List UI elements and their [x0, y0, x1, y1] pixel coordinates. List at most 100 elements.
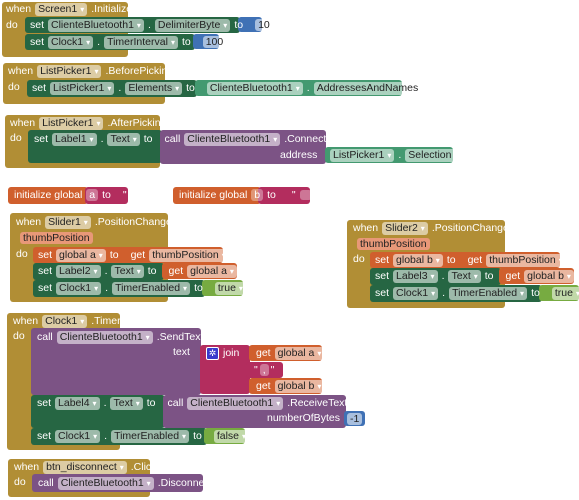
- component-dropdown[interactable]: Clock1 ▾: [55, 429, 101, 443]
- property-dropdown[interactable]: TimerEnabled ▾: [112, 281, 191, 295]
- property-dropdown[interactable]: Text ▾: [110, 396, 143, 410]
- dot: .: [398, 149, 402, 161]
- number-value[interactable]: 10: [255, 19, 273, 31]
- initialize-global-label: initialize global: [14, 189, 83, 201]
- get-label: get: [256, 347, 271, 359]
- component-dropdown[interactable]: ListPicker1 ▾: [37, 64, 102, 78]
- variable-name-field[interactable]: b: [251, 189, 264, 201]
- property-dropdown[interactable]: Elements ▾: [125, 81, 183, 95]
- address-arg-label: address: [280, 149, 318, 161]
- quote: ": [122, 189, 127, 201]
- property-dropdown[interactable]: DelimiterByte ▾: [154, 18, 231, 32]
- component-dropdown[interactable]: Clock1 ▾: [393, 286, 439, 300]
- variable-dropdown[interactable]: global b ▾: [274, 379, 325, 393]
- component-dropdown[interactable]: ClienteBluetooth1 ▾: [184, 132, 281, 146]
- quote: ": [146, 189, 151, 201]
- get-label: get: [467, 254, 483, 266]
- gear-icon[interactable]: ✲: [206, 346, 219, 360]
- component-dropdown[interactable]: Label1 ▾: [52, 132, 97, 146]
- component-dropdown[interactable]: Clock1 ▾: [42, 314, 88, 328]
- boolean-dropdown[interactable]: true ▾: [551, 286, 579, 300]
- variable-dropdown[interactable]: global b ▾: [393, 253, 443, 267]
- component-dropdown[interactable]: Label2 ▾: [56, 264, 101, 278]
- component-dropdown[interactable]: ListPicker1 ▾: [39, 116, 104, 130]
- dot: .: [105, 282, 109, 294]
- event-name: .AfterPicking: [107, 117, 167, 129]
- component-dropdown[interactable]: Label4 ▾: [55, 396, 100, 410]
- dot: .: [441, 270, 445, 282]
- quote: ": [315, 189, 320, 201]
- when-label: when: [16, 216, 42, 228]
- variable-dropdown[interactable]: thumbPosition ▾: [149, 248, 229, 262]
- property-dropdown[interactable]: Text ▾: [111, 264, 144, 278]
- dot: .: [100, 133, 104, 145]
- component-dropdown[interactable]: Screen1 ▾: [35, 2, 88, 16]
- variable-name-field[interactable]: a: [86, 189, 99, 201]
- quote: ": [254, 364, 258, 376]
- to-label: to: [147, 265, 157, 277]
- thumbposition-parameter[interactable]: thumbPosition: [357, 238, 430, 250]
- component-dropdown[interactable]: ListPicker1 ▾: [50, 81, 115, 95]
- property-dropdown[interactable]: TimerEnabled ▾: [449, 286, 528, 300]
- text-value-field[interactable]: [130, 190, 143, 200]
- method-name: .SendText: [156, 331, 204, 343]
- method-name: .Connect: [284, 133, 327, 145]
- dot: .: [104, 265, 108, 277]
- dot: .: [306, 82, 310, 94]
- set-label: set: [38, 282, 53, 294]
- component-dropdown[interactable]: Clock1 ▾: [48, 35, 94, 49]
- component-dropdown[interactable]: Slider1 ▾: [45, 215, 91, 229]
- text-arg-label: text: [173, 346, 190, 358]
- component-dropdown[interactable]: Clock1 ▾: [56, 281, 102, 295]
- variable-dropdown[interactable]: global b ▾: [524, 269, 574, 283]
- property-dropdown[interactable]: Text ▾: [107, 132, 140, 146]
- to-label: to: [186, 82, 195, 94]
- when-label: when: [6, 3, 32, 15]
- component-dropdown[interactable]: Slider2 ▾: [382, 221, 428, 235]
- boolean-dropdown[interactable]: true ▾: [214, 281, 246, 295]
- variable-dropdown[interactable]: thumbPosition ▾: [486, 253, 566, 267]
- component-dropdown[interactable]: ClienteBluetooth1 ▾: [57, 476, 154, 490]
- variable-dropdown[interactable]: global a ▾: [56, 248, 106, 262]
- component-dropdown[interactable]: ClienteBluetooth1 ▾: [56, 330, 153, 344]
- component-dropdown[interactable]: Label3 ▾: [393, 269, 438, 283]
- do-label: do: [13, 330, 25, 342]
- quote: ": [270, 364, 275, 376]
- component-dropdown[interactable]: ListPicker1 ▾: [330, 148, 395, 162]
- property-dropdown[interactable]: Selection ▾: [405, 148, 462, 162]
- variable-dropdown[interactable]: global a ▾: [274, 346, 325, 360]
- text-value-field[interactable]: [299, 190, 312, 200]
- property-dropdown[interactable]: Text ▾: [448, 269, 481, 283]
- boolean-dropdown[interactable]: false ▾: [213, 429, 250, 443]
- property-dropdown[interactable]: TimerEnabled ▾: [111, 429, 190, 443]
- when-label: when: [353, 222, 379, 234]
- set-label: set: [375, 270, 390, 282]
- event-name: .BeforePicking: [105, 65, 174, 77]
- get-label: get: [130, 249, 146, 261]
- event-name: .PositionChanged: [94, 216, 178, 228]
- number-value[interactable]: 100: [202, 36, 227, 48]
- component-dropdown[interactable]: ClienteBluetooth1 ▾: [206, 81, 303, 95]
- text-value-field[interactable]: ,: [259, 364, 269, 376]
- component-dropdown[interactable]: ClienteBluetooth1 ▾: [48, 18, 144, 32]
- to-label: to: [193, 430, 202, 442]
- get-label: get: [168, 265, 184, 277]
- event-name: .PositionChanged: [431, 222, 515, 234]
- set-label: set: [375, 254, 390, 266]
- when-label: when: [8, 65, 34, 77]
- thumbposition-parameter[interactable]: thumbPosition: [20, 232, 93, 244]
- when-label: when: [14, 461, 40, 473]
- to-label: to: [234, 19, 244, 31]
- property-dropdown[interactable]: AddressesAndNames ▾: [313, 81, 429, 95]
- component-dropdown[interactable]: ClienteBluetooth1 ▾: [187, 396, 284, 410]
- number-value[interactable]: -1: [347, 413, 363, 425]
- initialize-global-label: initialize global: [179, 189, 248, 201]
- set-label: set: [30, 36, 45, 48]
- component-dropdown[interactable]: btn_disconnect ▾: [43, 460, 127, 474]
- do-label: do: [10, 132, 22, 144]
- call-label: call: [167, 397, 184, 409]
- property-dropdown[interactable]: TimerInterval ▾: [104, 35, 178, 49]
- variable-dropdown[interactable]: global a ▾: [187, 264, 237, 278]
- event-name: .Timer: [91, 315, 121, 327]
- dot: .: [147, 19, 151, 31]
